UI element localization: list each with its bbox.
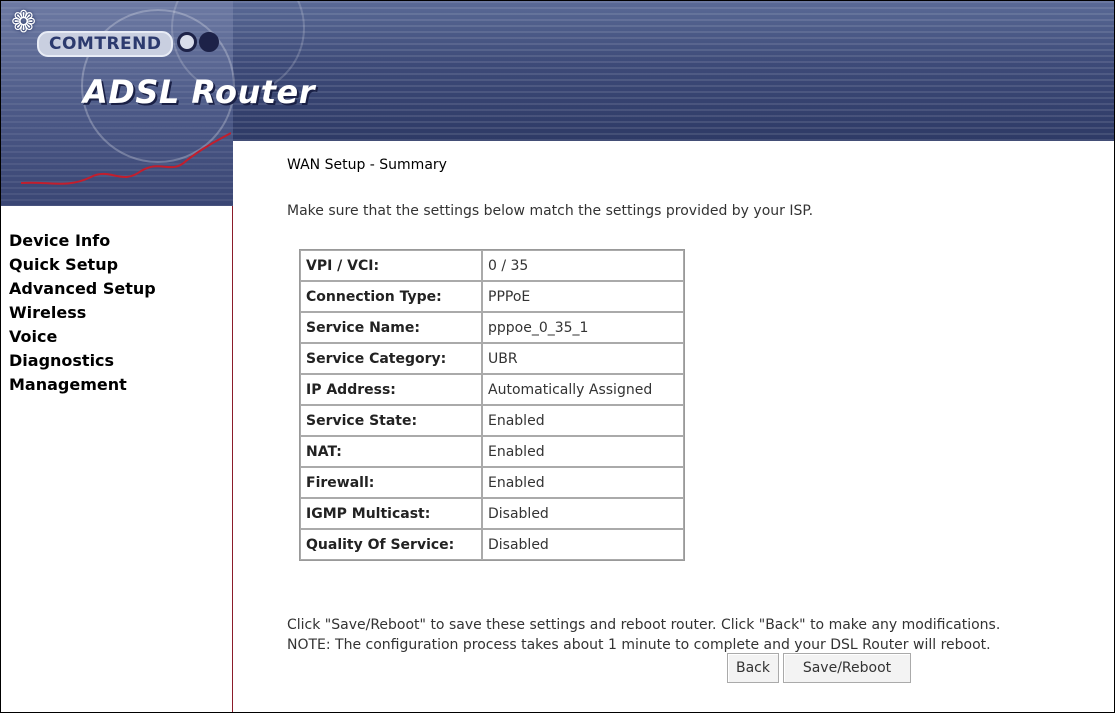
sidebar-item-device-info[interactable]: Device Info <box>9 229 224 253</box>
dot-icon <box>199 31 219 52</box>
row-value: 0 / 35 <box>482 250 684 281</box>
table-row: Quality Of Service: Disabled <box>300 529 684 560</box>
row-label: VPI / VCI: <box>300 250 482 281</box>
sidebar-item-diagnostics[interactable]: Diagnostics <box>9 349 224 373</box>
sidebar-nav: Device Info Quick Setup Advanced Setup W… <box>9 229 224 397</box>
table-row: Service Category: UBR <box>300 343 684 374</box>
back-button[interactable]: Back <box>727 653 779 683</box>
product-name: ADSL Router <box>83 73 315 111</box>
row-value: Enabled <box>482 405 684 436</box>
row-label: IGMP Multicast: <box>300 498 482 529</box>
row-label: Quality Of Service: <box>300 529 482 560</box>
page-title: WAN Setup - Summary <box>287 157 447 173</box>
table-row: Service State: Enabled <box>300 405 684 436</box>
table-row: VPI / VCI: 0 / 35 <box>300 250 684 281</box>
flower-logo-icon: ❁ <box>11 5 37 40</box>
table-row: NAT: Enabled <box>300 436 684 467</box>
table-row: IP Address: Automatically Assigned <box>300 374 684 405</box>
dot-icon <box>177 31 197 52</box>
sidebar-item-advanced-setup[interactable]: Advanced Setup <box>9 277 224 301</box>
row-label: Connection Type: <box>300 281 482 312</box>
row-label: Firewall: <box>300 467 482 498</box>
sidebar-item-voice[interactable]: Voice <box>9 325 224 349</box>
table-row: Connection Type: PPPoE <box>300 281 684 312</box>
row-label: IP Address: <box>300 374 482 405</box>
signal-wave-icon <box>20 131 232 191</box>
summary-table: VPI / VCI: 0 / 35 Connection Type: PPPoE… <box>299 249 685 561</box>
table-row: Service Name: pppoe_0_35_1 <box>300 312 684 343</box>
intro-text: Make sure that the settings below match … <box>287 203 814 219</box>
row-value: Automatically Assigned <box>482 374 684 405</box>
row-label: NAT: <box>300 436 482 467</box>
row-value: PPPoE <box>482 281 684 312</box>
table-row: IGMP Multicast: Disabled <box>300 498 684 529</box>
row-value: Disabled <box>482 529 684 560</box>
brand-dots-icon <box>177 31 221 52</box>
row-label: Service State: <box>300 405 482 436</box>
row-value: Disabled <box>482 498 684 529</box>
brand-logo: COMTREND <box>37 31 174 57</box>
sidebar-item-management[interactable]: Management <box>9 373 224 397</box>
router-page: ❁ COMTREND ADSL Router Device Info Quick… <box>0 0 1115 713</box>
row-label: Service Category: <box>300 343 482 374</box>
note-line: NOTE: The configuration process takes ab… <box>287 637 991 653</box>
row-label: Service Name: <box>300 312 482 343</box>
button-bar: Back Save/Reboot <box>727 653 915 683</box>
sidebar-item-wireless[interactable]: Wireless <box>9 301 224 325</box>
instruction-line: Click "Save/Reboot" to save these settin… <box>287 617 1001 633</box>
sidebar-item-quick-setup[interactable]: Quick Setup <box>9 253 224 277</box>
row-value: pppoe_0_35_1 <box>482 312 684 343</box>
row-value: UBR <box>482 343 684 374</box>
row-value: Enabled <box>482 436 684 467</box>
save-reboot-button[interactable]: Save/Reboot <box>783 653 911 683</box>
instructions-text: Click "Save/Reboot" to save these settin… <box>287 615 1000 655</box>
row-value: Enabled <box>482 467 684 498</box>
table-row: Firewall: Enabled <box>300 467 684 498</box>
